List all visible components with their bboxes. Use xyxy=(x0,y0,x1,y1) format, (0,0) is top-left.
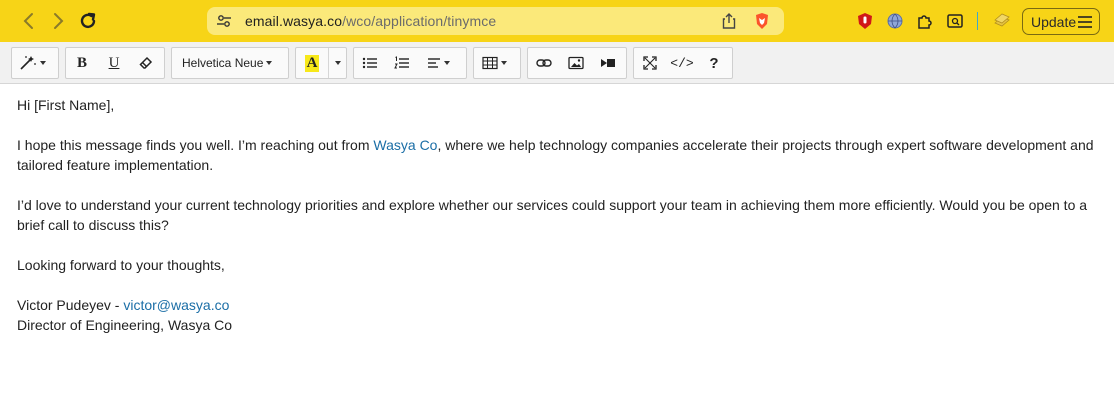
clear-format-button[interactable] xyxy=(130,48,162,78)
help-button[interactable]: ? xyxy=(698,48,730,78)
wallet-icon[interactable] xyxy=(992,11,1012,31)
hamburger-menu-icon xyxy=(1078,16,1092,28)
table-icon xyxy=(481,56,498,70)
signature-name-line: Victor Pudeyev - victor@wasya.co xyxy=(17,295,1097,315)
source-code-glyph: </> xyxy=(670,55,694,71)
site-settings-icon[interactable] xyxy=(216,13,232,29)
tinymce-editor: B U Helvetica Neue A </> ? Hi [First Nam… xyxy=(0,42,1114,406)
fullscreen-button[interactable] xyxy=(634,48,666,78)
numbered-list-button[interactable] xyxy=(386,48,418,78)
media-icon xyxy=(601,59,615,67)
toolbar-group-insert xyxy=(527,47,627,79)
url-host: email.wasya.co xyxy=(245,13,343,29)
underline-button[interactable]: U xyxy=(98,48,130,78)
fullscreen-icon xyxy=(643,56,657,70)
reload-button[interactable] xyxy=(76,9,100,33)
reader-mode-icon[interactable] xyxy=(945,11,965,31)
toolbar-group-font: Helvetica Neue xyxy=(171,47,289,79)
text-color-dropdown[interactable] xyxy=(328,48,346,78)
magic-wand-icon xyxy=(19,56,36,70)
globe-extension-icon[interactable] xyxy=(885,11,905,31)
align-left-icon xyxy=(427,58,440,68)
numbered-list-icon xyxy=(394,56,409,69)
bullet-list-button[interactable] xyxy=(354,48,386,78)
link-button[interactable] xyxy=(528,48,560,78)
address-bar[interactable]: email.wasya.co/wco/application/tinymce xyxy=(207,7,784,35)
browser-toolbar: email.wasya.co/wco/application/tinymce U… xyxy=(0,0,1114,42)
toolbar-group-lists xyxy=(353,47,467,79)
align-button[interactable] xyxy=(418,48,458,78)
text-color-button[interactable]: A xyxy=(296,48,328,78)
signature-title: Director of Engineering, Wasya Co xyxy=(17,317,233,333)
font-family-value: Helvetica Neue xyxy=(182,56,264,70)
caret-down-icon xyxy=(39,61,46,65)
toolbar-group-view: </> ? xyxy=(633,47,733,79)
caret-down-icon xyxy=(266,61,273,65)
caret-down-icon xyxy=(334,61,341,65)
link-icon xyxy=(536,59,552,67)
intro-paragraph: I hope this message finds you well. I’m … xyxy=(17,135,1097,175)
image-button[interactable] xyxy=(560,48,592,78)
help-glyph: ? xyxy=(709,54,719,72)
wasya-co-link[interactable]: Wasya Co xyxy=(373,137,437,153)
bold-glyph: B xyxy=(76,54,87,71)
toolbar-group-table xyxy=(473,47,521,79)
puzzle-extensions-icon[interactable] xyxy=(915,11,935,31)
update-button[interactable]: Update xyxy=(1022,8,1100,35)
media-button[interactable] xyxy=(592,48,624,78)
font-family-select[interactable]: Helvetica Neue xyxy=(172,48,282,78)
toolbar-group-magic xyxy=(11,47,59,79)
update-label: Update xyxy=(1031,13,1077,30)
share-icon[interactable] xyxy=(720,12,738,30)
brave-shields-icon[interactable] xyxy=(753,12,771,30)
intro-text-before: I hope this message finds you well. I’m … xyxy=(17,137,374,153)
table-button[interactable] xyxy=(474,48,514,78)
ublock-extension-icon[interactable] xyxy=(855,11,875,31)
eraser-icon xyxy=(139,56,153,69)
signature-email-link[interactable]: victor@wasya.co xyxy=(123,297,229,313)
source-code-button[interactable]: </> xyxy=(666,48,698,78)
url-path: /wco/application/tinymce xyxy=(342,13,497,29)
chevron-right-icon xyxy=(54,13,64,29)
url-text[interactable]: email.wasya.co/wco/application/tinymce xyxy=(245,13,496,29)
bold-button[interactable]: B xyxy=(66,48,98,78)
editor-toolbar: B U Helvetica Neue A </> ? xyxy=(0,42,1114,84)
back-button[interactable] xyxy=(17,9,41,33)
caret-down-icon xyxy=(443,61,450,65)
caret-down-icon xyxy=(500,61,507,65)
request-paragraph: I’d love to understand your current tech… xyxy=(17,197,1088,233)
toolbar-group-format: B U xyxy=(65,47,165,79)
magic-wand-button[interactable] xyxy=(12,48,52,78)
signature-name: Victor Pudeyev - xyxy=(17,297,124,313)
underline-glyph: U xyxy=(108,54,120,71)
editor-content[interactable]: Hi [First Name], I hope this message fin… xyxy=(17,95,1097,335)
reload-icon xyxy=(80,12,96,29)
closing-paragraph: Looking forward to your thoughts, xyxy=(17,257,225,273)
forward-button[interactable] xyxy=(46,9,70,33)
image-icon xyxy=(568,56,584,70)
greeting-paragraph: Hi [First Name], xyxy=(17,97,115,113)
bullet-list-icon xyxy=(362,57,377,69)
text-color-glyph: A xyxy=(304,54,320,72)
toolbar-divider xyxy=(977,12,978,30)
toolbar-group-color: A xyxy=(295,47,347,79)
chevron-left-icon xyxy=(23,13,33,29)
